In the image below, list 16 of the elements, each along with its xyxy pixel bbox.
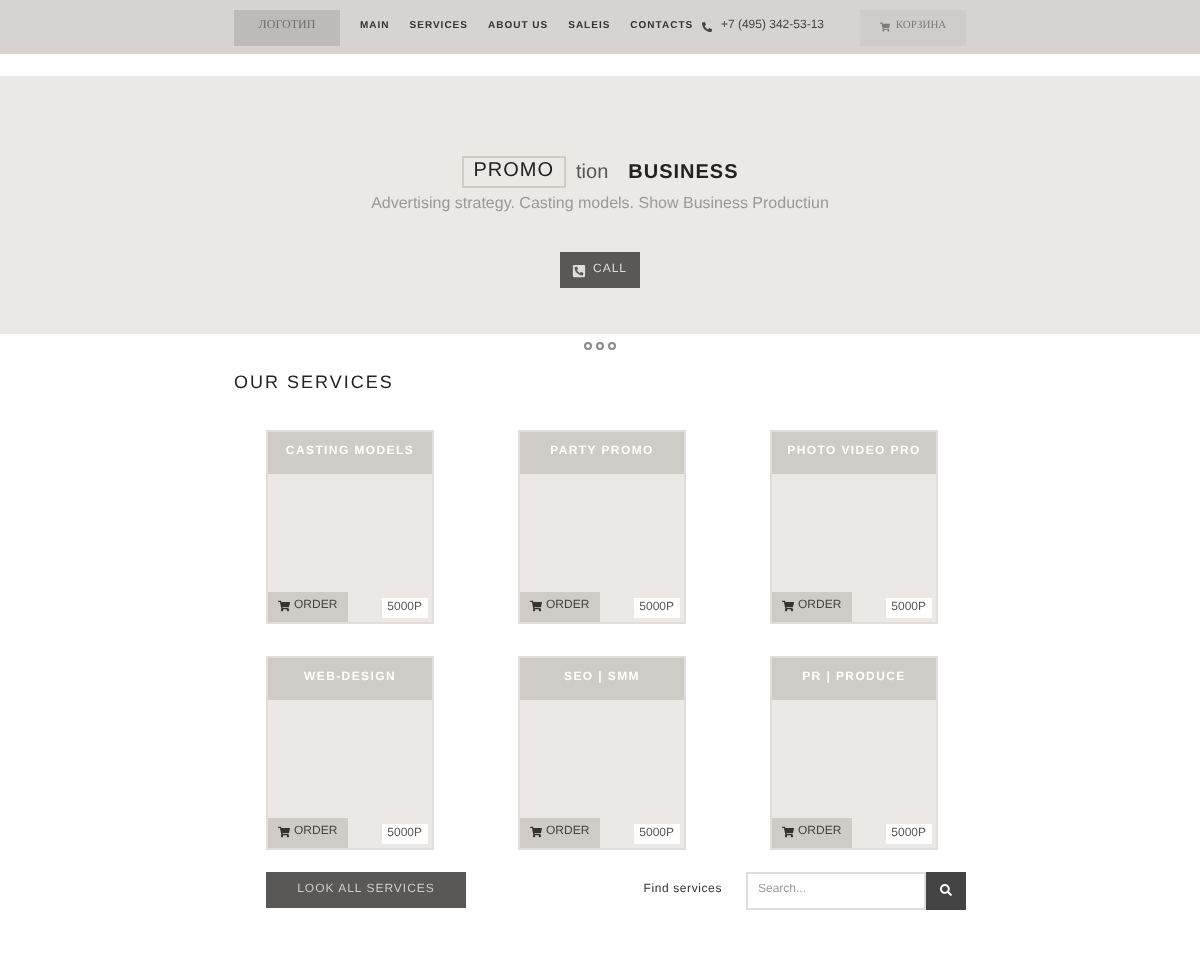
cart-icon: [782, 826, 794, 838]
cart-icon: [530, 826, 542, 838]
cart-icon: [278, 826, 290, 838]
section-heading: OUR SERVICES: [234, 370, 396, 396]
cart-icon: [278, 600, 290, 612]
search-icon: [940, 884, 952, 896]
search-button[interactable]: [926, 871, 966, 909]
cart-icon: [530, 600, 542, 612]
phone-icon: [572, 263, 587, 277]
phone-icon: [702, 22, 713, 32]
hero-subtitle: Advertising strategy. Casting models. Show Business Productiun: [371, 192, 829, 216]
hero-title-box: PROMO: [461, 156, 567, 188]
hero-title: tion: [576, 159, 609, 187]
hero-title-bold: BUSINESS: [628, 159, 739, 187]
cart-icon: [879, 22, 890, 32]
cart-icon: [782, 600, 794, 612]
